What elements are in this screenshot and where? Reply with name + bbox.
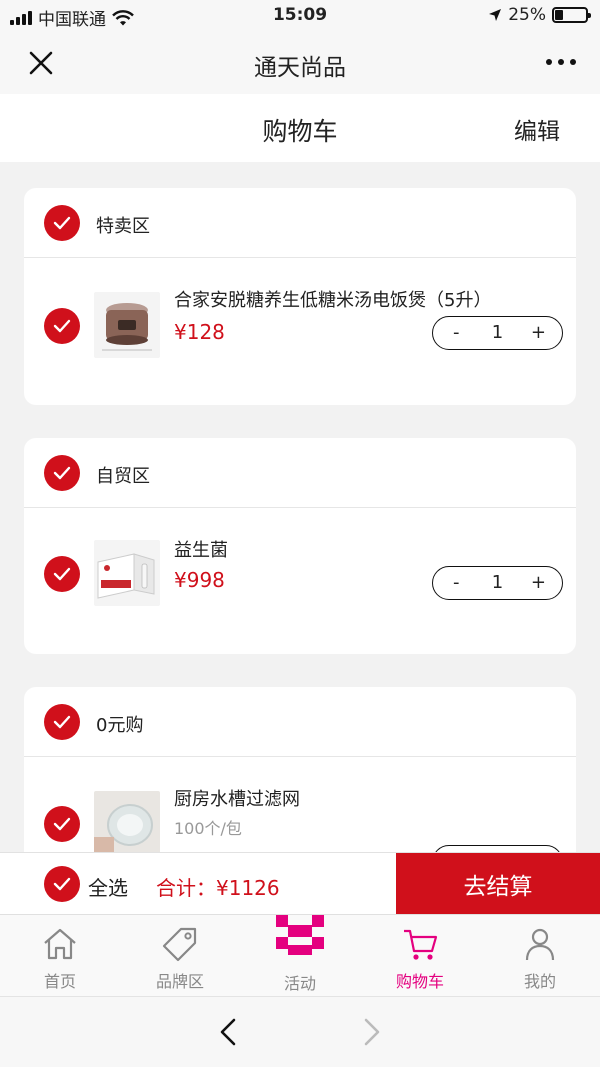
browser-toolbar xyxy=(0,996,600,1067)
item-checkbox[interactable] xyxy=(44,556,80,592)
checkout-button[interactable]: 去结算 xyxy=(396,853,600,914)
check-icon xyxy=(53,715,71,729)
cart-icon xyxy=(404,929,438,960)
increase-button[interactable]: + xyxy=(531,572,546,593)
tab-home[interactable]: 首页 xyxy=(0,915,120,997)
cart-section-free-trade: 自贸区 益生菌 ¥998 - 1 + xyxy=(24,438,576,654)
item-checkbox[interactable] xyxy=(44,308,80,344)
status-right: 25% xyxy=(488,5,591,25)
item-name[interactable]: 益生菌 xyxy=(174,536,228,562)
section-header: 0元购 xyxy=(24,687,576,757)
section-name: 0元购 xyxy=(96,715,144,736)
total-price: 合计：¥1126 xyxy=(156,876,280,900)
sink-filter-image[interactable] xyxy=(94,791,160,857)
battery-fill xyxy=(555,10,563,20)
item-price: ¥998 xyxy=(174,568,225,592)
tab-label: 购物车 xyxy=(395,972,444,991)
quantity-stepper: - 1 + xyxy=(432,316,563,350)
location-arrow-icon xyxy=(489,9,502,21)
more-icon[interactable] xyxy=(546,59,576,65)
user-icon xyxy=(525,928,555,961)
item-checkbox[interactable] xyxy=(44,806,80,842)
tab-label: 我的 xyxy=(523,972,556,991)
quantity-stepper: - 1 + xyxy=(432,566,563,600)
check-icon xyxy=(53,319,71,333)
checkout-bar: 全选 合计：¥1126 去结算 xyxy=(0,852,600,914)
rice-cooker-image[interactable] xyxy=(94,292,160,358)
section-header: 特卖区 xyxy=(24,188,576,258)
section-checkbox[interactable] xyxy=(44,704,80,740)
edit-button[interactable]: 编辑 xyxy=(514,112,560,146)
tab-bar: 首页 品牌区 活动 购物车 我的 xyxy=(0,914,600,996)
item-spec: 100个/包 xyxy=(174,819,242,838)
section-checkbox[interactable] xyxy=(44,205,80,241)
chevron-right-icon[interactable] xyxy=(360,1017,384,1047)
section-header: 自贸区 xyxy=(24,438,576,508)
select-all-label[interactable]: 全选 xyxy=(88,872,128,901)
section-name: 特卖区 xyxy=(96,216,150,237)
tab-label: 品牌区 xyxy=(155,972,204,991)
probiotic-box-image[interactable] xyxy=(94,540,160,606)
tab-cart[interactable]: 购物车 xyxy=(360,915,480,997)
cart-section-special-sale: 特卖区 合家安脱糖养生低糖米汤电饭煲（5升） ¥128 - 1 + xyxy=(24,188,576,405)
check-icon xyxy=(53,877,71,891)
tab-label: 活动 xyxy=(283,974,316,993)
nav-title: 通天尚品 xyxy=(254,55,346,81)
page-header: 购物车 编辑 xyxy=(0,94,600,162)
check-icon xyxy=(53,817,71,831)
section-name: 自贸区 xyxy=(96,466,150,487)
check-icon xyxy=(53,216,71,230)
section-checkbox[interactable] xyxy=(44,455,80,491)
battery-percent: 25% xyxy=(508,5,546,25)
check-icon xyxy=(53,466,71,480)
item-price: ¥128 xyxy=(174,320,225,344)
battery-icon xyxy=(552,7,591,23)
nav-bar: 通天尚品 xyxy=(0,32,600,94)
item-name[interactable]: 合家安脱糖养生低糖米汤电饭煲（5升） xyxy=(174,286,491,312)
status-bar: 中国联通 15:09 25% xyxy=(0,0,600,32)
tab-brand[interactable]: 品牌区 xyxy=(120,915,240,997)
tab-mine[interactable]: 我的 xyxy=(480,915,600,997)
home-icon xyxy=(44,928,76,960)
item-name[interactable]: 厨房水槽过滤网 xyxy=(174,785,300,811)
check-icon xyxy=(53,567,71,581)
tag-icon xyxy=(162,927,197,962)
activity-checker-icon xyxy=(276,915,324,955)
chevron-left-icon[interactable] xyxy=(216,1017,240,1047)
tab-activity[interactable]: 活动 xyxy=(240,915,360,997)
select-all-checkbox[interactable] xyxy=(44,866,80,902)
increase-button[interactable]: + xyxy=(531,322,546,343)
page-title: 购物车 xyxy=(262,117,338,146)
tab-label: 首页 xyxy=(43,972,76,991)
